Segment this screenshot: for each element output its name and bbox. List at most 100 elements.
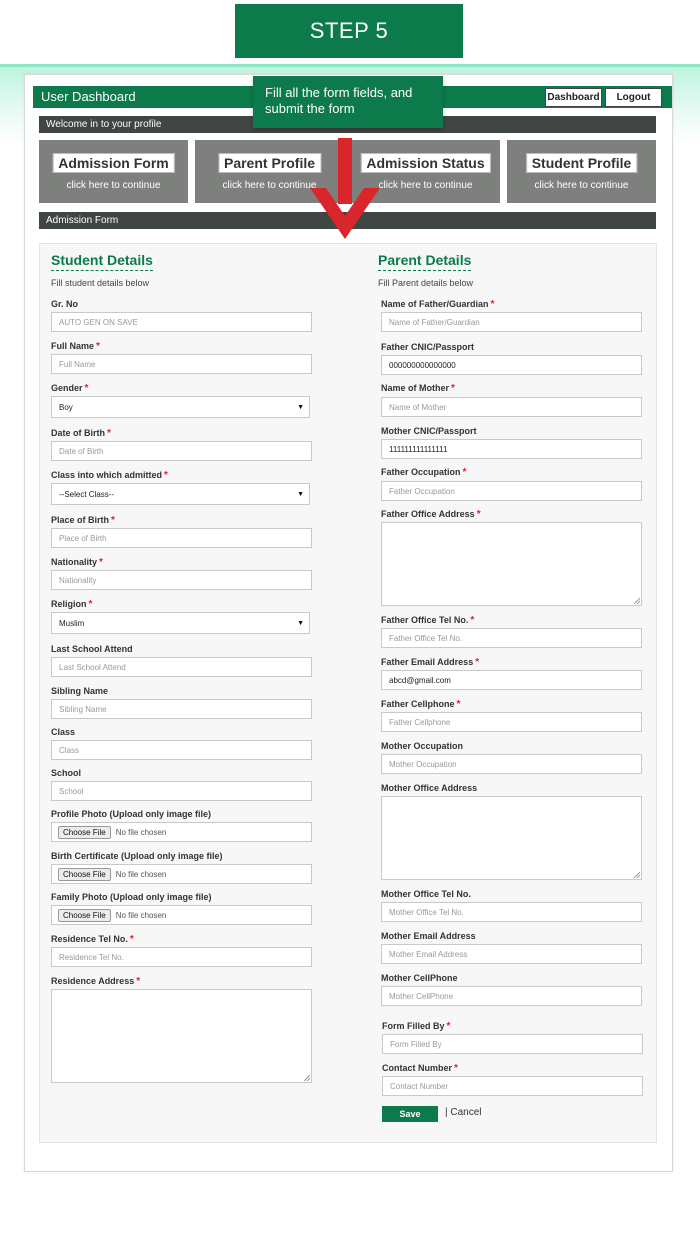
full-name-input[interactable]: Full Name: [51, 354, 312, 374]
required-marker: *: [164, 470, 168, 481]
required-marker: *: [490, 299, 495, 310]
gr-no-label: Gr. No: [51, 299, 78, 309]
class-admitted-label: Class into which admitted *: [51, 470, 168, 481]
sibling-name-input[interactable]: Sibling Name: [51, 699, 312, 719]
resize-grip-icon[interactable]: [634, 872, 640, 878]
select-value: Muslim: [59, 618, 85, 628]
label-text: Gender: [51, 383, 83, 393]
birth-certificate-upload: Choose File No file chosen: [51, 864, 312, 884]
required-marker: *: [99, 557, 103, 568]
choose-file-button[interactable]: Choose File: [58, 825, 111, 839]
required-marker: *: [136, 976, 141, 987]
save-button[interactable]: Save: [382, 1106, 438, 1122]
gr-no-input[interactable]: AUTO GEN ON SAVE: [51, 312, 312, 332]
label-text: Nationality: [51, 557, 98, 567]
father-name-input[interactable]: Name of Father/Guardian: [381, 312, 642, 332]
father-office-address-textarea[interactable]: [381, 522, 642, 606]
label-text: Mother Email Address: [381, 931, 476, 941]
family-photo-label: Family Photo (Upload only image file): [51, 892, 212, 902]
resize-grip-icon[interactable]: [634, 598, 640, 604]
label-text: School: [51, 768, 82, 778]
father-cellphone-input[interactable]: Father Cellphone: [381, 712, 642, 732]
tile-title: Admission Form: [52, 153, 175, 173]
mother-cnic-input[interactable]: 111111111111111: [381, 439, 642, 459]
mother-occupation-input[interactable]: Mother Occupation: [381, 754, 642, 774]
place-of-birth-label: Place of Birth *: [51, 515, 115, 526]
mother-email-input[interactable]: Mother Email Address: [381, 944, 642, 964]
label-text: Father CNIC/Passport: [381, 342, 475, 352]
father-email-input[interactable]: abcd@gmail.com: [381, 670, 642, 690]
last-school-label: Last School Attend: [51, 644, 133, 654]
choose-file-button[interactable]: Choose File: [58, 867, 111, 881]
father-office-tel-input[interactable]: Father Office Tel No.: [381, 628, 642, 648]
required-marker: *: [454, 1063, 458, 1074]
label-text: Class into which admitted: [51, 470, 163, 480]
nationality-input[interactable]: Nationality: [51, 570, 312, 590]
profile-photo-label: Profile Photo (Upload only image file): [51, 809, 211, 819]
choose-file-button[interactable]: Choose File: [58, 908, 111, 922]
family-photo-upload: Choose File No file chosen: [51, 905, 312, 925]
residence-tel-input[interactable]: Residence Tel No.: [51, 947, 312, 967]
mother-email-label: Mother Email Address: [381, 931, 476, 941]
required-marker: *: [84, 383, 89, 394]
student-details-subtitle: Fill student details below: [51, 278, 150, 288]
form-filled-by-input[interactable]: Form Filled By: [382, 1034, 643, 1054]
label-text: Date of Birth: [51, 428, 105, 438]
tile-subtitle: click here to continue: [66, 180, 161, 191]
tile-admission-form[interactable]: Admission Form click here to continue: [39, 140, 188, 203]
parent-details-subtitle: Fill Parent details below: [378, 278, 474, 288]
label-text: Contact Number: [382, 1063, 453, 1073]
dashboard-button[interactable]: Dashboard: [545, 88, 602, 107]
father-occupation-input[interactable]: Father Occupation: [381, 481, 642, 501]
required-marker: *: [476, 509, 481, 520]
mother-cellphone-label: Mother CellPhone: [381, 973, 458, 983]
label-text: Mother Occupation: [381, 741, 464, 751]
cancel-link[interactable]: | Cancel: [445, 1107, 482, 1118]
school-label: School: [51, 768, 81, 778]
dashboard-title: User Dashboard: [41, 89, 136, 104]
logout-button[interactable]: Logout: [605, 88, 662, 107]
last-school-input[interactable]: Last School Attend: [51, 657, 312, 677]
label-text: Profile Photo (Upload only image file): [51, 809, 212, 819]
mother-office-address-label: Mother Office Address: [381, 783, 477, 793]
class-admitted-select[interactable]: --Select Class-- ▼: [51, 483, 310, 505]
school-input[interactable]: School: [51, 781, 312, 801]
required-marker: *: [111, 515, 115, 526]
class-input[interactable]: Class: [51, 740, 312, 760]
select-value: Boy: [59, 402, 73, 412]
label-text: Family Photo (Upload only image file): [51, 892, 212, 902]
profile-photo-upload: Choose File No file chosen: [51, 822, 312, 842]
form-filled-by-label: Form Filled By *: [382, 1021, 450, 1032]
father-cnic-input[interactable]: 000000000000000: [381, 355, 642, 375]
dob-input[interactable]: Date of Birth: [51, 441, 312, 461]
mother-name-input[interactable]: Name of Mother: [381, 397, 642, 417]
label-text: Residence Address: [51, 976, 135, 986]
contact-number-label: Contact Number *: [382, 1063, 458, 1074]
label-text: Father Office Tel No.: [381, 615, 469, 625]
file-status: No file chosen: [115, 869, 167, 879]
contact-number-input[interactable]: Contact Number: [382, 1076, 643, 1096]
religion-select[interactable]: Muslim ▼: [51, 612, 310, 634]
father-office-tel-label: Father Office Tel No. *: [381, 615, 474, 626]
mother-office-tel-input[interactable]: Mother Office Tel No.: [381, 902, 642, 922]
label-text: Place of Birth: [51, 515, 110, 525]
tile-student-profile[interactable]: Student Profile click here to continue: [507, 140, 656, 203]
resize-grip-icon[interactable]: [304, 1075, 310, 1081]
father-cnic-label: Father CNIC/Passport: [381, 342, 474, 352]
chevron-down-icon: ▼: [297, 619, 304, 627]
required-marker: *: [107, 428, 111, 439]
required-marker: *: [456, 699, 461, 710]
full-name-label: Full Name *: [51, 341, 100, 352]
required-marker: *: [88, 599, 93, 610]
place-of-birth-input[interactable]: Place of Birth: [51, 528, 312, 548]
birth-certificate-label: Birth Certificate (Upload only image fil…: [51, 851, 223, 861]
sibling-name-label: Sibling Name: [51, 686, 108, 696]
chevron-down-icon: ▼: [297, 403, 304, 411]
residence-address-textarea[interactable]: [51, 989, 312, 1083]
gender-select[interactable]: Boy ▼: [51, 396, 310, 418]
religion-label: Religion *: [51, 599, 92, 610]
mother-office-address-textarea[interactable]: [381, 796, 642, 880]
mother-cellphone-input[interactable]: Mother CellPhone: [381, 986, 642, 1006]
label-text: Class: [51, 727, 76, 737]
father-cellphone-label: Father Cellphone *: [381, 699, 460, 710]
